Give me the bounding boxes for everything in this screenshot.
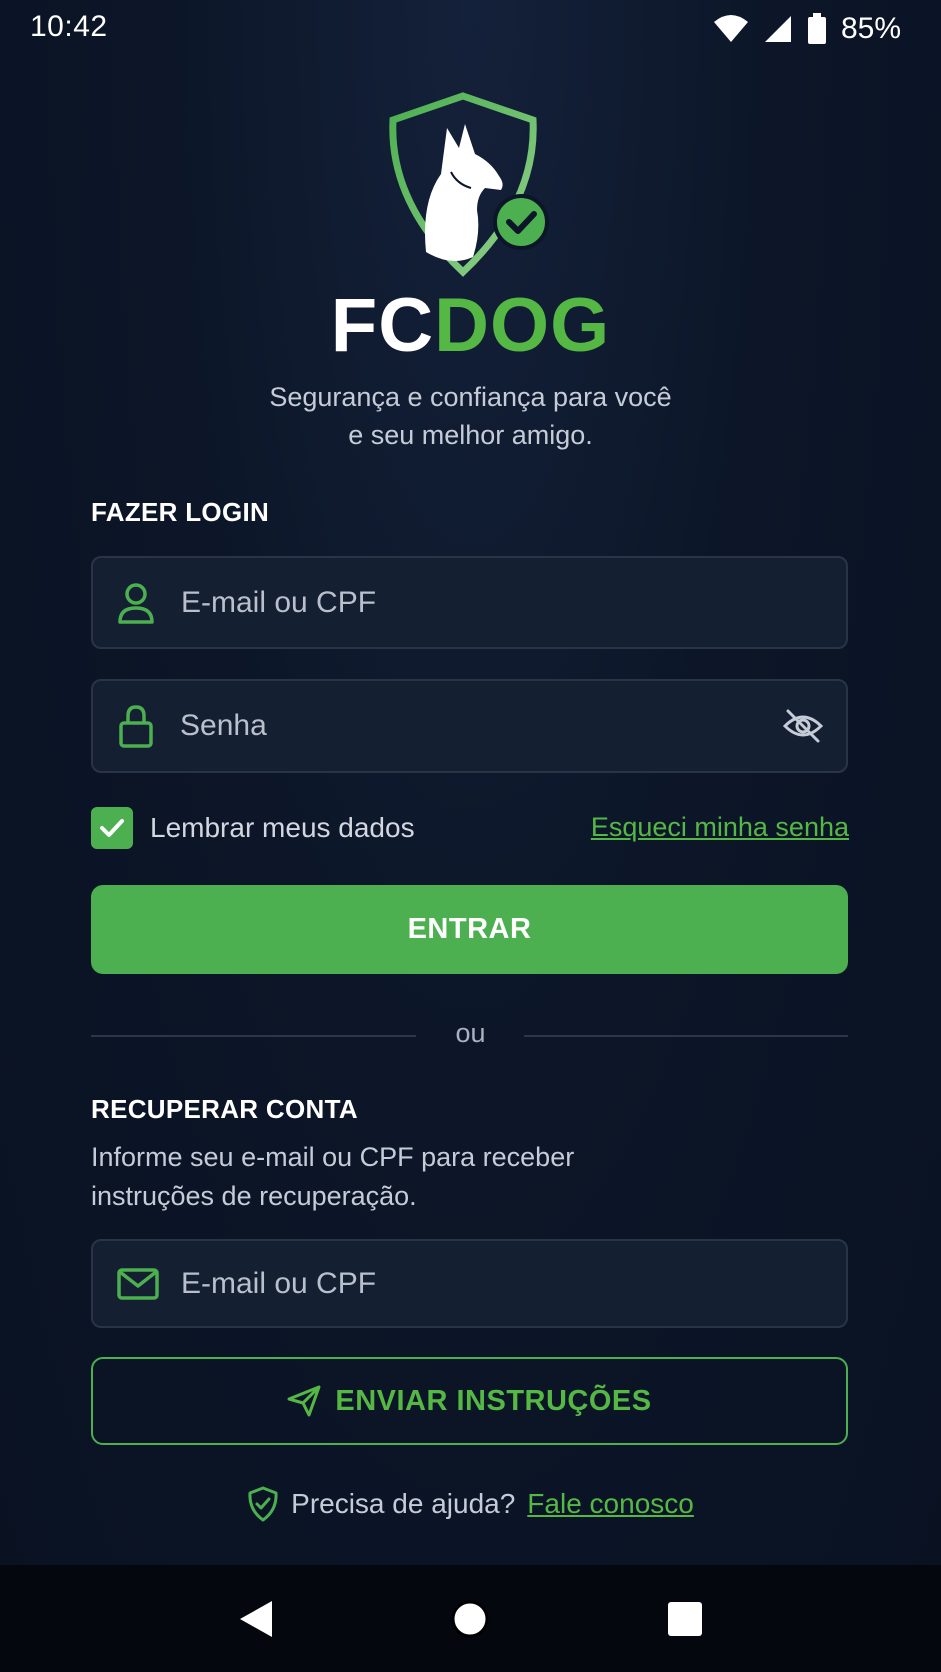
login-email-placeholder: E-mail ou CPF bbox=[181, 585, 377, 619]
check-icon bbox=[100, 819, 124, 837]
divider-line-left bbox=[91, 1035, 416, 1037]
send-instructions-label: ENVIAR INSTRUÇÕES bbox=[335, 1384, 652, 1417]
status-icons: 85% bbox=[713, 12, 901, 46]
system-nav-bar bbox=[0, 1565, 941, 1672]
eye-off-icon[interactable] bbox=[782, 708, 824, 744]
recover-email-placeholder: E-mail ou CPF bbox=[181, 1266, 377, 1300]
login-submit-button[interactable]: ENTRAR bbox=[91, 885, 848, 974]
recents-icon[interactable] bbox=[667, 1601, 703, 1637]
battery-icon bbox=[807, 13, 826, 44]
status-time: 10:42 bbox=[30, 10, 108, 43]
user-icon bbox=[118, 582, 154, 624]
help-row: Precisa de ajuda? Fale conosco bbox=[0, 1486, 941, 1522]
brand-name: FCDOG bbox=[0, 288, 941, 364]
send-icon bbox=[287, 1385, 321, 1417]
tagline: Segurança e confiança para você e seu me… bbox=[0, 378, 941, 454]
login-password-placeholder: Senha bbox=[180, 709, 267, 742]
battery-percentage: 85% bbox=[840, 12, 901, 45]
mail-icon bbox=[117, 1267, 159, 1300]
login-section-title: FAZER LOGIN bbox=[91, 497, 270, 527]
shield-dog-check-icon bbox=[388, 92, 549, 277]
login-email-field[interactable]: E-mail ou CPF bbox=[91, 556, 848, 649]
wifi-icon bbox=[713, 15, 748, 42]
lock-icon bbox=[119, 705, 153, 748]
signal-icon bbox=[764, 16, 791, 42]
home-icon[interactable] bbox=[450, 1599, 490, 1639]
send-instructions-button[interactable]: ENVIAR INSTRUÇÕES bbox=[91, 1357, 848, 1445]
shield-check-icon bbox=[248, 1486, 278, 1522]
divider-label: ou bbox=[455, 1018, 486, 1048]
recover-email-field[interactable]: E-mail ou CPF bbox=[91, 1239, 848, 1328]
login-password-field[interactable]: Senha bbox=[91, 679, 848, 773]
recover-description-line1: Informe seu e-mail ou CPF para receber bbox=[91, 1142, 575, 1172]
contact-link[interactable]: Fale conosco bbox=[527, 1488, 694, 1520]
brand-name-part2: DOG bbox=[434, 283, 611, 368]
remember-label[interactable]: Lembrar meus dados bbox=[150, 812, 415, 844]
back-icon[interactable] bbox=[238, 1599, 274, 1639]
brand-logo bbox=[0, 92, 941, 278]
tagline-line1: Segurança e confiança para você bbox=[269, 382, 672, 412]
recover-description: Informe seu e-mail ou CPF para receber i… bbox=[91, 1138, 691, 1216]
forgot-password-link[interactable]: Esqueci minha senha bbox=[591, 812, 849, 843]
divider-line-right bbox=[524, 1035, 848, 1037]
recover-description-line2: instruções de recuperação. bbox=[91, 1181, 417, 1211]
remember-checkbox[interactable] bbox=[91, 807, 133, 849]
tagline-line2: e seu melhor amigo. bbox=[348, 420, 593, 450]
brand-name-part1: FC bbox=[330, 283, 435, 368]
recover-section-title: RECUPERAR CONTA bbox=[91, 1094, 358, 1124]
help-text: Precisa de ajuda? bbox=[291, 1488, 516, 1519]
